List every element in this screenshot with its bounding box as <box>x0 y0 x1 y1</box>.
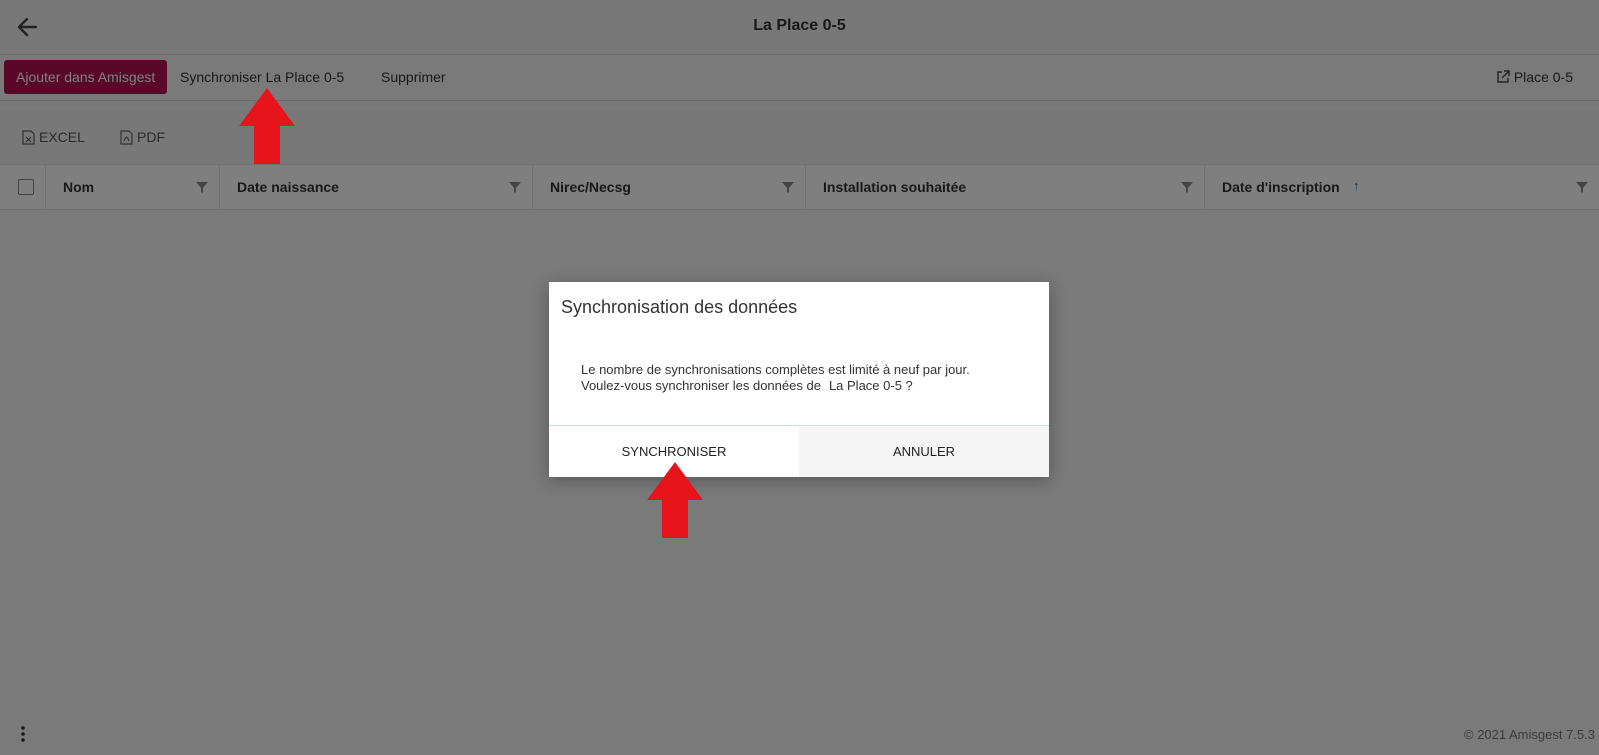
annotation-arrow-up-icon <box>239 88 295 164</box>
dialog-site-name: La Place 0-5 ? <box>828 378 913 393</box>
dialog-question: Voulez-vous synchroniser les données de <box>581 378 821 393</box>
dialog-message-line1: Le nombre de synchronisations complètes … <box>581 362 970 377</box>
annotation-arrow-up-icon <box>647 462 703 538</box>
annuler-button[interactable]: ANNULER <box>799 426 1049 477</box>
dialog-message-line2: Voulez-vous synchroniser les données de L… <box>581 378 970 394</box>
dialog-title: Synchronisation des données <box>561 297 798 317</box>
sync-dialog: Synchronisation des données Le nombre de… <box>549 282 1049 477</box>
dialog-actions: SYNCHRONISER ANNULER <box>549 425 1049 477</box>
dialog-message: Le nombre de synchronisations complètes … <box>581 362 970 394</box>
